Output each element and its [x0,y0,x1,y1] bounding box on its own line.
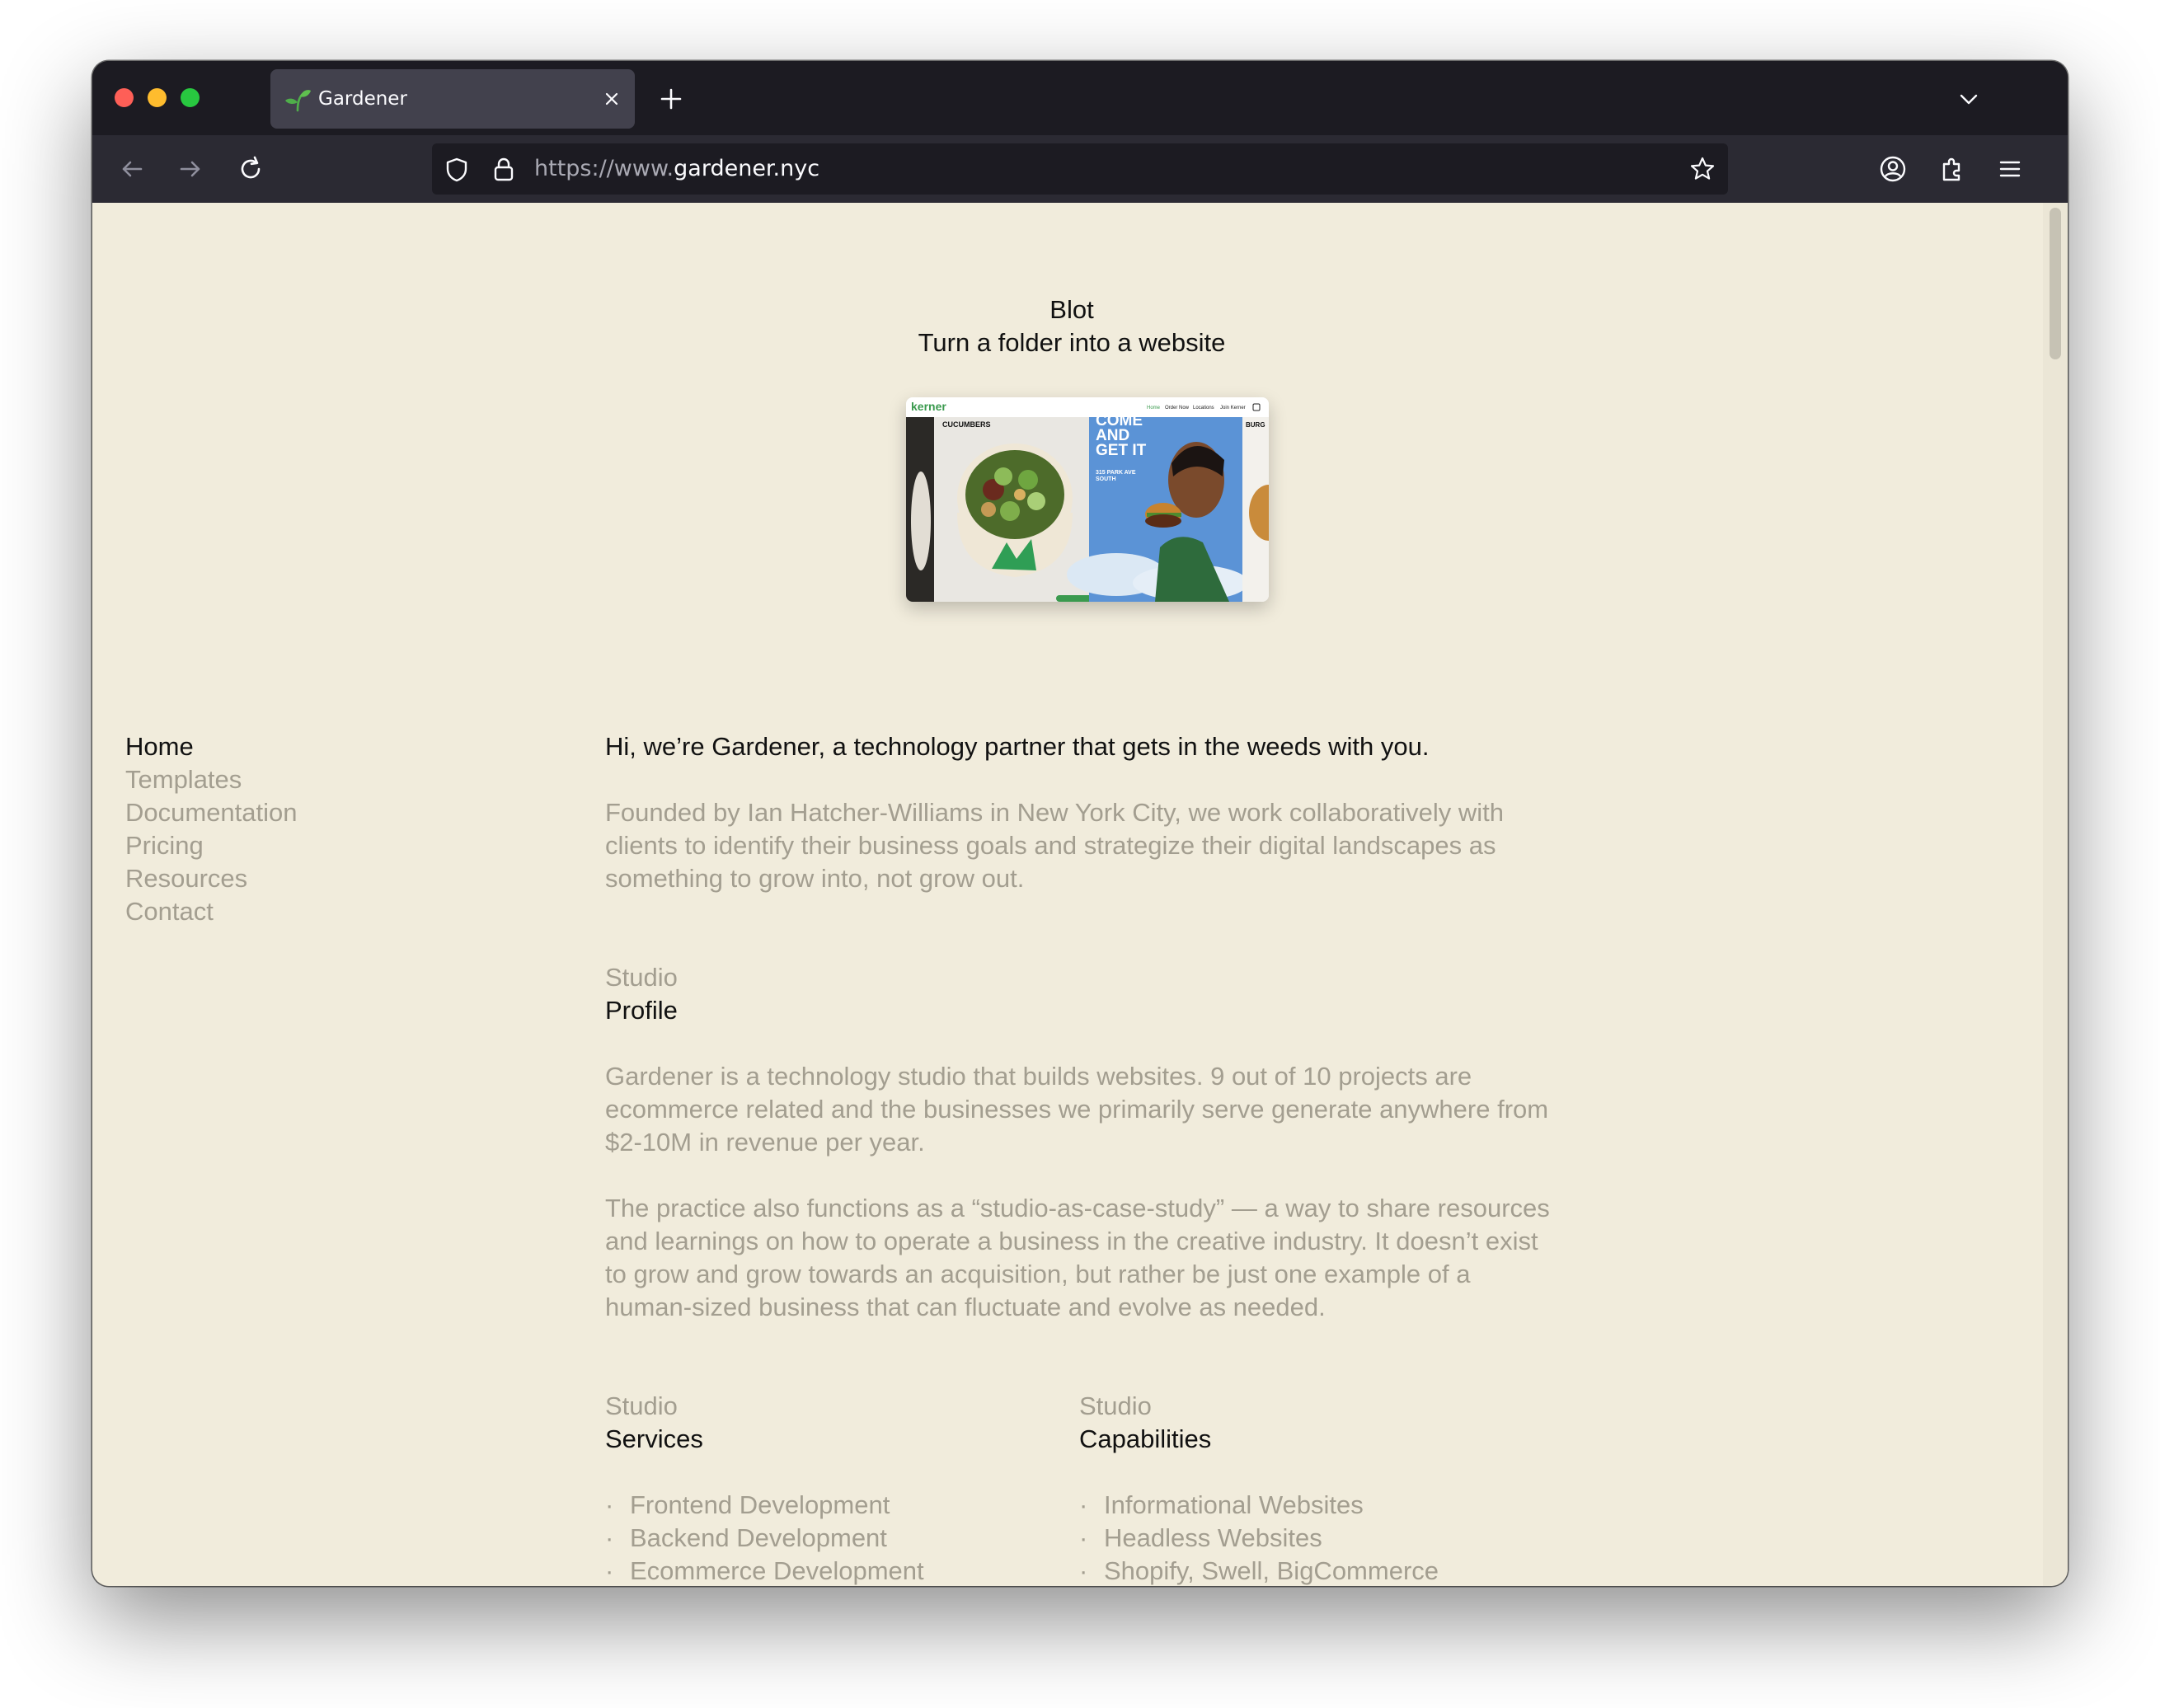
list-item: · Headless Websites [1079,1522,1553,1555]
profile-heading: Profile [605,996,678,1025]
profile-paragraph-2: The practice also functions as a “studio… [605,1194,1550,1321]
hero-nav-home: Home [1147,406,1161,411]
list-item: · Shopify, Swell, BigCommerce [1079,1555,1553,1586]
studio-columns: Studio Services · Frontend Development · B… [605,1390,1553,1586]
nav-link-documentation[interactable]: Documentation [125,796,298,829]
menu-icon[interactable] [1993,152,2026,185]
minimize-window-button[interactable] [148,88,167,107]
bullet: · [1079,1556,1088,1585]
sprout-icon [285,90,311,112]
zoom-window-button[interactable] [181,88,200,107]
hero-nav-join: Join Kerner [1220,406,1246,411]
hero-address-line1: 315 PARK AVE [1096,470,1136,476]
hero-headline-line3: GET IT [1096,442,1147,459]
site-title[interactable]: Blot [92,293,2051,326]
url-text[interactable]: https://www.gardener.nyc [534,143,819,195]
url-prefix: https://www. [534,156,674,181]
list-item: · Frontend Development [605,1489,1079,1522]
hero-brand: kerner [911,400,946,413]
address-bar[interactable]: https://www.gardener.nyc [432,143,1728,195]
site-tagline: Turn a folder into a website [918,328,1226,357]
extensions-icon[interactable] [1936,152,1969,185]
hero-panel-right-label: BURG [1246,421,1265,429]
hero-panel-left-label: CUCUMBERS [942,420,991,429]
service-label: Frontend Development [630,1490,890,1519]
capability-label: Shopify, Swell, BigCommerce [1104,1556,1439,1585]
close-window-button[interactable] [115,88,134,107]
services-column: Studio Services · Frontend Development · B… [605,1390,1079,1586]
web-page: Blot Turn a folder into a website kerner… [92,203,2068,1586]
intro-text: Hi, we’re Gardener, a technology partner… [605,732,1430,761]
hero-nav-order: Order Now [1165,406,1190,411]
forward-arrow-icon[interactable] [174,152,207,185]
close-tab-icon[interactable] [599,86,625,112]
capability-label: Headless Websites [1104,1523,1322,1552]
service-label: Backend Development [630,1523,887,1552]
capabilities-heading: Capabilities [1079,1424,1212,1453]
scrollbar-thumb[interactable] [2050,208,2061,359]
nav-link-resources[interactable]: Resources [125,862,298,895]
tab-title: Gardener [318,88,407,110]
profile-paragraph-1: Gardener is a technology studio that bui… [605,1062,1549,1157]
services-heading: Services [605,1424,703,1453]
capabilities-kicker: Studio [1079,1391,1152,1420]
back-arrow-icon[interactable] [115,152,148,185]
list-item: · Informational Websites [1079,1489,1553,1522]
nav-link-home[interactable]: Home [125,730,298,763]
hero-address-line2: SOUTH [1096,476,1116,482]
service-label: Ecommerce Development [630,1556,924,1585]
new-tab-icon[interactable] [656,84,686,114]
capability-label: Informational Websites [1104,1490,1364,1519]
services-kicker: Studio [605,1391,678,1420]
hero-nav-locations: Locations [1193,406,1214,411]
site-navigation: Home Templates Documentation Pricing Res… [125,730,298,928]
bullet: · [605,1490,614,1519]
nav-link-pricing[interactable]: Pricing [125,829,298,862]
url-domain: gardener.nyc [674,156,820,181]
bookmark-star-icon[interactable] [1688,155,1716,183]
navigation-toolbar: https://www.gardener.nyc [92,135,2068,203]
tab-gardener[interactable]: Gardener [270,69,635,129]
capabilities-column: Studio Capabilities · Informational Websi… [1079,1390,1553,1586]
bullet: · [605,1523,614,1552]
bullet: · [1079,1523,1088,1552]
bullet: · [605,1556,614,1585]
list-item: · Ecommerce Development [605,1555,1079,1586]
bullet: · [1079,1490,1088,1519]
nav-link-templates[interactable]: Templates [125,763,298,796]
tab-strip: Gardener [92,61,2068,135]
main-content: Hi, we’re Gardener, a technology partner… [605,730,1553,1586]
hero-image[interactable]: kerner Home Order Now Locations Join Ker… [906,397,1269,602]
browser-window: Gardener https://www.gardener.nyc Blot T… [92,61,2068,1586]
lock-icon[interactable] [491,156,516,182]
nav-link-contact[interactable]: Contact [125,895,298,928]
founded-text: Founded by Ian Hatcher-Williams in New Y… [605,798,1505,893]
profile-kicker: Studio [605,963,678,992]
shield-icon[interactable] [444,157,470,183]
list-item: · Backend Development [605,1522,1079,1555]
vertical-scrollbar[interactable] [2043,203,2068,1586]
reload-icon[interactable] [234,152,267,185]
account-icon[interactable] [1876,152,1909,185]
chevron-down-icon[interactable] [1956,86,1982,112]
